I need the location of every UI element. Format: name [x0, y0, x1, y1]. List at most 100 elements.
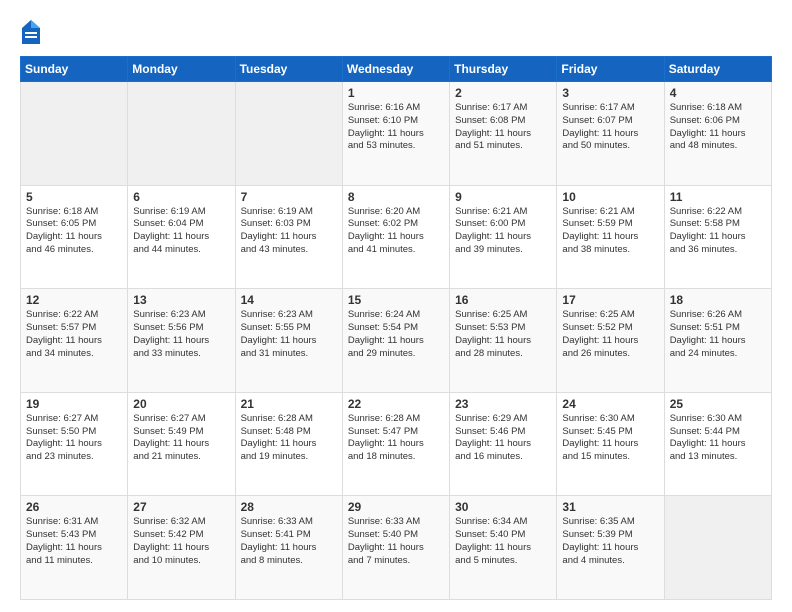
day-info: Sunrise: 6:22 AM Sunset: 5:58 PM Dayligh… — [670, 206, 766, 257]
day-info: Sunrise: 6:30 AM Sunset: 5:45 PM Dayligh… — [562, 413, 658, 464]
day-number: 30 — [455, 500, 551, 514]
day-info: Sunrise: 6:23 AM Sunset: 5:56 PM Dayligh… — [133, 309, 229, 360]
calendar-cell: 15 Sunrise: 6:24 AM Sunset: 5:54 PM Dayli… — [342, 289, 449, 393]
calendar-cell: 25 Sunrise: 6:30 AM Sunset: 5:44 PM Dayli… — [664, 392, 771, 496]
day-info: Sunrise: 6:18 AM Sunset: 6:06 PM Dayligh… — [670, 102, 766, 153]
day-number: 24 — [562, 397, 658, 411]
day-info: Sunrise: 6:16 AM Sunset: 6:10 PM Dayligh… — [348, 102, 444, 153]
calendar-header-cell: Monday — [128, 57, 235, 82]
day-number: 19 — [26, 397, 122, 411]
day-info: Sunrise: 6:33 AM Sunset: 5:41 PM Dayligh… — [241, 516, 337, 567]
day-info: Sunrise: 6:27 AM Sunset: 5:49 PM Dayligh… — [133, 413, 229, 464]
day-info: Sunrise: 6:31 AM Sunset: 5:43 PM Dayligh… — [26, 516, 122, 567]
day-info: Sunrise: 6:26 AM Sunset: 5:51 PM Dayligh… — [670, 309, 766, 360]
calendar-cell: 7 Sunrise: 6:19 AM Sunset: 6:03 PM Daylig… — [235, 185, 342, 289]
day-info: Sunrise: 6:21 AM Sunset: 5:59 PM Dayligh… — [562, 206, 658, 257]
calendar-body: 1 Sunrise: 6:16 AM Sunset: 6:10 PM Daylig… — [21, 82, 772, 600]
calendar-header-row: SundayMondayTuesdayWednesdayThursdayFrid… — [21, 57, 772, 82]
day-number: 8 — [348, 190, 444, 204]
calendar-cell: 21 Sunrise: 6:28 AM Sunset: 5:48 PM Dayli… — [235, 392, 342, 496]
day-number: 14 — [241, 293, 337, 307]
day-info: Sunrise: 6:25 AM Sunset: 5:53 PM Dayligh… — [455, 309, 551, 360]
day-number: 15 — [348, 293, 444, 307]
day-number: 4 — [670, 86, 766, 100]
day-info: Sunrise: 6:21 AM Sunset: 6:00 PM Dayligh… — [455, 206, 551, 257]
day-info: Sunrise: 6:25 AM Sunset: 5:52 PM Dayligh… — [562, 309, 658, 360]
day-info: Sunrise: 6:30 AM Sunset: 5:44 PM Dayligh… — [670, 413, 766, 464]
day-number: 11 — [670, 190, 766, 204]
calendar-cell — [664, 496, 771, 600]
calendar-header-cell: Tuesday — [235, 57, 342, 82]
day-number: 10 — [562, 190, 658, 204]
day-info: Sunrise: 6:19 AM Sunset: 6:04 PM Dayligh… — [133, 206, 229, 257]
calendar-header-cell: Saturday — [664, 57, 771, 82]
calendar-cell: 26 Sunrise: 6:31 AM Sunset: 5:43 PM Dayli… — [21, 496, 128, 600]
calendar-cell: 5 Sunrise: 6:18 AM Sunset: 6:05 PM Daylig… — [21, 185, 128, 289]
calendar-cell: 28 Sunrise: 6:33 AM Sunset: 5:41 PM Dayli… — [235, 496, 342, 600]
calendar-cell: 13 Sunrise: 6:23 AM Sunset: 5:56 PM Dayli… — [128, 289, 235, 393]
day-number: 31 — [562, 500, 658, 514]
calendar-cell: 14Sunrise: 6:23 AM Sunset: 5:55 PM Dayli… — [235, 289, 342, 393]
calendar-cell: 2 Sunrise: 6:17 AM Sunset: 6:08 PM Daylig… — [450, 82, 557, 186]
calendar-week-row: 12Sunrise: 6:22 AM Sunset: 5:57 PM Dayli… — [21, 289, 772, 393]
calendar-header-cell: Wednesday — [342, 57, 449, 82]
day-number: 16 — [455, 293, 551, 307]
calendar-cell: 29 Sunrise: 6:33 AM Sunset: 5:40 PM Dayli… — [342, 496, 449, 600]
calendar-cell: 8 Sunrise: 6:20 AM Sunset: 6:02 PM Daylig… — [342, 185, 449, 289]
calendar-cell: 24 Sunrise: 6:30 AM Sunset: 5:45 PM Dayli… — [557, 392, 664, 496]
day-number: 9 — [455, 190, 551, 204]
calendar-week-row: 19 Sunrise: 6:27 AM Sunset: 5:50 PM Dayli… — [21, 392, 772, 496]
day-number: 13 — [133, 293, 229, 307]
logo-icon — [20, 18, 42, 46]
calendar-cell: 20 Sunrise: 6:27 AM Sunset: 5:49 PM Dayli… — [128, 392, 235, 496]
day-info: Sunrise: 6:18 AM Sunset: 6:05 PM Dayligh… — [26, 206, 122, 257]
calendar-week-row: 5 Sunrise: 6:18 AM Sunset: 6:05 PM Daylig… — [21, 185, 772, 289]
calendar-header-cell: Sunday — [21, 57, 128, 82]
day-info: Sunrise: 6:29 AM Sunset: 5:46 PM Dayligh… — [455, 413, 551, 464]
day-info: Sunrise: 6:19 AM Sunset: 6:03 PM Dayligh… — [241, 206, 337, 257]
calendar-cell: 12Sunrise: 6:22 AM Sunset: 5:57 PM Dayli… — [21, 289, 128, 393]
day-number: 12 — [26, 293, 122, 307]
day-number: 7 — [241, 190, 337, 204]
calendar-cell: 11 Sunrise: 6:22 AM Sunset: 5:58 PM Dayli… — [664, 185, 771, 289]
day-number: 21 — [241, 397, 337, 411]
day-number: 18 — [670, 293, 766, 307]
day-number: 27 — [133, 500, 229, 514]
day-info: Sunrise: 6:27 AM Sunset: 5:50 PM Dayligh… — [26, 413, 122, 464]
calendar-cell: 4 Sunrise: 6:18 AM Sunset: 6:06 PM Daylig… — [664, 82, 771, 186]
page: SundayMondayTuesdayWednesdayThursdayFrid… — [0, 0, 792, 612]
calendar-cell: 6Sunrise: 6:19 AM Sunset: 6:04 PM Daylig… — [128, 185, 235, 289]
header — [20, 18, 772, 46]
day-info: Sunrise: 6:33 AM Sunset: 5:40 PM Dayligh… — [348, 516, 444, 567]
calendar-cell: 9 Sunrise: 6:21 AM Sunset: 6:00 PM Daylig… — [450, 185, 557, 289]
calendar-cell: 23 Sunrise: 6:29 AM Sunset: 5:46 PM Dayli… — [450, 392, 557, 496]
day-info: Sunrise: 6:20 AM Sunset: 6:02 PM Dayligh… — [348, 206, 444, 257]
calendar-week-row: 26 Sunrise: 6:31 AM Sunset: 5:43 PM Dayli… — [21, 496, 772, 600]
day-number: 23 — [455, 397, 551, 411]
calendar-cell: 27 Sunrise: 6:32 AM Sunset: 5:42 PM Dayli… — [128, 496, 235, 600]
day-info: Sunrise: 6:24 AM Sunset: 5:54 PM Dayligh… — [348, 309, 444, 360]
calendar-cell: 18 Sunrise: 6:26 AM Sunset: 5:51 PM Dayli… — [664, 289, 771, 393]
day-number: 5 — [26, 190, 122, 204]
day-info: Sunrise: 6:28 AM Sunset: 5:47 PM Dayligh… — [348, 413, 444, 464]
calendar-cell: 17 Sunrise: 6:25 AM Sunset: 5:52 PM Dayli… — [557, 289, 664, 393]
day-number: 29 — [348, 500, 444, 514]
day-number: 1 — [348, 86, 444, 100]
calendar-cell — [21, 82, 128, 186]
day-number: 20 — [133, 397, 229, 411]
day-number: 26 — [26, 500, 122, 514]
day-info: Sunrise: 6:32 AM Sunset: 5:42 PM Dayligh… — [133, 516, 229, 567]
day-info: Sunrise: 6:17 AM Sunset: 6:07 PM Dayligh… — [562, 102, 658, 153]
day-number: 25 — [670, 397, 766, 411]
day-number: 2 — [455, 86, 551, 100]
day-number: 28 — [241, 500, 337, 514]
day-info: Sunrise: 6:28 AM Sunset: 5:48 PM Dayligh… — [241, 413, 337, 464]
day-number: 17 — [562, 293, 658, 307]
calendar-header-cell: Friday — [557, 57, 664, 82]
day-number: 3 — [562, 86, 658, 100]
calendar-cell: 31Sunrise: 6:35 AM Sunset: 5:39 PM Dayli… — [557, 496, 664, 600]
calendar-cell: 19 Sunrise: 6:27 AM Sunset: 5:50 PM Dayli… — [21, 392, 128, 496]
day-info: Sunrise: 6:17 AM Sunset: 6:08 PM Dayligh… — [455, 102, 551, 153]
calendar-cell — [235, 82, 342, 186]
calendar-cell: 22Sunrise: 6:28 AM Sunset: 5:47 PM Dayli… — [342, 392, 449, 496]
